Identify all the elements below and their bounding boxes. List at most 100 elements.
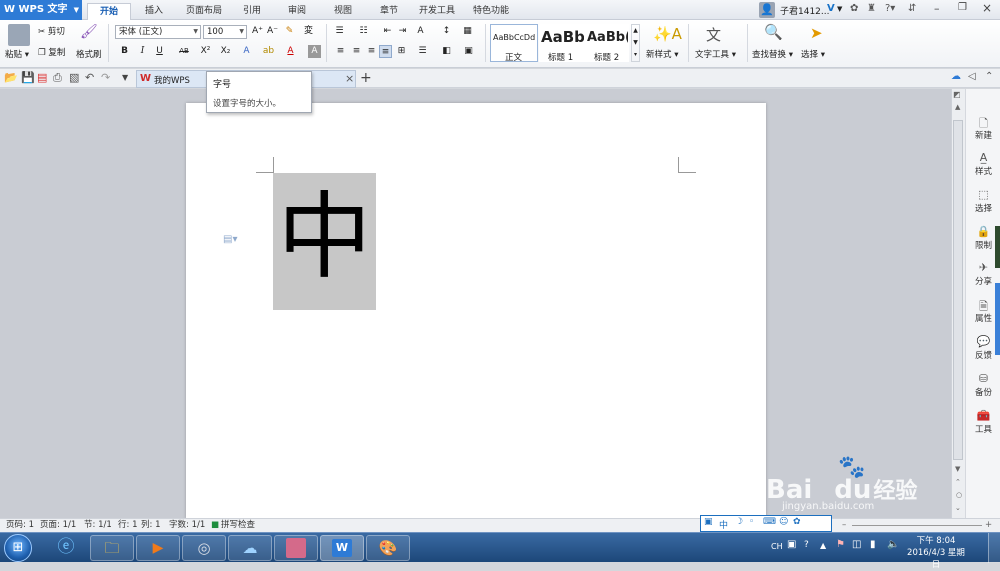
style-gallery-scroll[interactable]: ▲ ▼ ▾ [631, 24, 640, 62]
shirt-icon[interactable]: ♜ [867, 3, 876, 14]
style-heading-1[interactable]: AaBb 标题 1 [539, 24, 585, 62]
underline-icon[interactable]: U [153, 45, 166, 58]
line-spacing-icon[interactable]: ☰ [416, 45, 429, 58]
status-words[interactable]: 字数: 1/1 [169, 519, 205, 532]
tab-developer[interactable]: 开发工具 [414, 3, 460, 20]
chinese-layout-icon[interactable]: A [414, 25, 427, 38]
taskbar-photo[interactable] [274, 535, 318, 561]
redo-icon[interactable]: ↷ [101, 71, 110, 84]
distribute-icon[interactable]: ⊞ [395, 45, 408, 58]
style-normal[interactable]: AaBbCcDd 正文 [490, 24, 538, 63]
brush-icon[interactable]: 🖌 [80, 24, 98, 40]
moon-icon[interactable]: ☽ [735, 517, 743, 527]
help-icon[interactable]: ?▾ [885, 3, 895, 14]
status-section[interactable]: 节: 1/1 [84, 519, 112, 532]
scrollbar-thumb[interactable] [953, 120, 963, 460]
tray-lang[interactable]: CH [771, 542, 783, 551]
new-style-button[interactable]: 新样式 ▾ [646, 48, 678, 60]
status-col[interactable]: 列: 1 [141, 519, 160, 532]
tray-flag-icon[interactable]: ⚑ [836, 539, 845, 550]
network-icon[interactable]: ▮ [870, 539, 876, 550]
ime-logo-icon[interactable]: ▣ [704, 517, 713, 527]
tab-references[interactable]: 引用 [236, 3, 268, 20]
shading-icon[interactable]: ◧ [440, 45, 453, 58]
highlight-icon[interactable]: ab [262, 45, 275, 58]
grow-font-icon[interactable]: A⁺ [251, 25, 264, 38]
status-page-num[interactable]: 页码: 1 [6, 519, 34, 532]
text-tools-icon[interactable]: 文 [706, 24, 721, 45]
print-icon[interactable]: ⎙ [53, 71, 62, 85]
zoom-out-icon[interactable]: – [842, 519, 846, 532]
status-pages[interactable]: 页面: 1/1 [40, 519, 76, 532]
skin-icon[interactable]: ✿ [793, 517, 801, 527]
zoom-in-icon[interactable]: + [985, 519, 992, 532]
tray-ime-icon[interactable]: ▣ [787, 539, 796, 550]
font-color-icon[interactable]: A [284, 45, 297, 58]
font-size-select[interactable]: 100 ▼ [203, 25, 247, 39]
preview-icon[interactable]: ▧ [69, 71, 79, 84]
side-backup-button[interactable]: ⛁ 备份 [966, 372, 1000, 398]
tab-chapter[interactable]: 章节 [372, 3, 406, 20]
tab-page-layout[interactable]: 页面布局 [180, 3, 228, 20]
italic-icon[interactable]: I [136, 45, 149, 58]
strikethrough-icon[interactable]: AB [175, 45, 193, 58]
share-tab-icon[interactable]: ◁ [968, 71, 976, 82]
new-style-icon[interactable]: ✨A [653, 25, 682, 43]
subscript-icon[interactable]: X₂ [219, 45, 232, 58]
side-style-button[interactable]: A̲ 样式 [966, 151, 1000, 177]
new-tab-icon[interactable]: + [360, 70, 372, 86]
zoom-slider[interactable] [852, 525, 982, 526]
taskbar-ie[interactable]: ⓔ [44, 535, 88, 561]
scroll-up-icon[interactable]: ◩ [953, 90, 961, 99]
table-icon[interactable]: ▦ [461, 25, 474, 38]
find-replace-button[interactable]: 查找替换 ▾ [752, 48, 793, 60]
text-tools-button[interactable]: 文字工具 ▾ [695, 48, 736, 60]
status-spell-check[interactable]: 拼写检查 [221, 519, 255, 532]
side-collapse-handle[interactable] [995, 283, 1000, 355]
close-icon[interactable]: × [982, 1, 992, 15]
taskbar-paint[interactable]: 🎨 [366, 535, 410, 561]
superscript-icon[interactable]: X² [199, 45, 212, 58]
status-row[interactable]: 行: 1 [118, 519, 137, 532]
scroll-up-arrow-icon[interactable]: ▲ [955, 103, 960, 111]
punctuation-icon[interactable]: ◦ [749, 517, 754, 527]
justify-icon[interactable]: ≡ [379, 45, 392, 58]
tray-app-icon[interactable]: ◫ [852, 539, 861, 550]
style-heading-2[interactable]: AaBb( 标题 2 [585, 24, 629, 62]
selected-text-highlight[interactable]: 中 [273, 173, 376, 310]
user-icon[interactable]: ☺ [779, 517, 788, 527]
tray-expand-icon[interactable]: ▲ [820, 541, 826, 550]
vip-badge[interactable]: V [827, 3, 835, 14]
menu-icon[interactable]: ⌃ [985, 71, 993, 82]
number-list-icon[interactable]: ☷ [357, 25, 370, 38]
align-right-icon[interactable]: ≡ [365, 45, 378, 58]
sort-icon[interactable]: ↕ [440, 25, 453, 38]
save-icon[interactable]: 💾 [21, 71, 35, 84]
paste-icon[interactable] [8, 24, 30, 46]
align-left-icon[interactable]: ≡ [334, 45, 347, 58]
undo-icon[interactable]: ↶ [85, 71, 94, 84]
side-tools-button[interactable]: 🧰 工具 [966, 409, 1000, 435]
user-name[interactable]: 子君1412... [780, 4, 830, 17]
volume-icon[interactable]: 🔈 [887, 539, 899, 550]
align-center-icon[interactable]: ≡ [350, 45, 363, 58]
cut-button[interactable]: ✂ 剪切 [38, 25, 65, 37]
mode-switch-icon[interactable]: ⇵ [908, 3, 916, 14]
shrink-font-icon[interactable]: A⁻ [266, 25, 279, 38]
chevron-down-icon[interactable]: ▼ [837, 5, 842, 13]
indent-icon[interactable]: ⇥ [396, 25, 409, 38]
copy-button[interactable]: ❐ 复制 [38, 46, 65, 58]
phonetic-icon[interactable]: 変 [302, 25, 315, 38]
paragraph-layout-icon[interactable]: ▤▾ [223, 234, 237, 245]
side-new-button[interactable]: 🗋 新建 [966, 115, 1000, 141]
format-painter-button[interactable]: 格式刷 [76, 48, 102, 60]
char-shading-icon[interactable]: A [308, 45, 321, 58]
taskbar-disc[interactable]: ◎ [182, 535, 226, 561]
text-effect-icon[interactable]: A [240, 45, 253, 58]
avatar-icon[interactable]: 👤 [759, 2, 775, 18]
ime-lang[interactable]: 中 [719, 518, 728, 531]
keyboard-icon[interactable]: ⌨ [763, 517, 776, 527]
app-menu-button[interactable]: W WPS 文字 ▼ [0, 0, 82, 20]
tray-help-icon[interactable]: ? [804, 540, 809, 550]
bold-icon[interactable]: B [118, 45, 131, 58]
